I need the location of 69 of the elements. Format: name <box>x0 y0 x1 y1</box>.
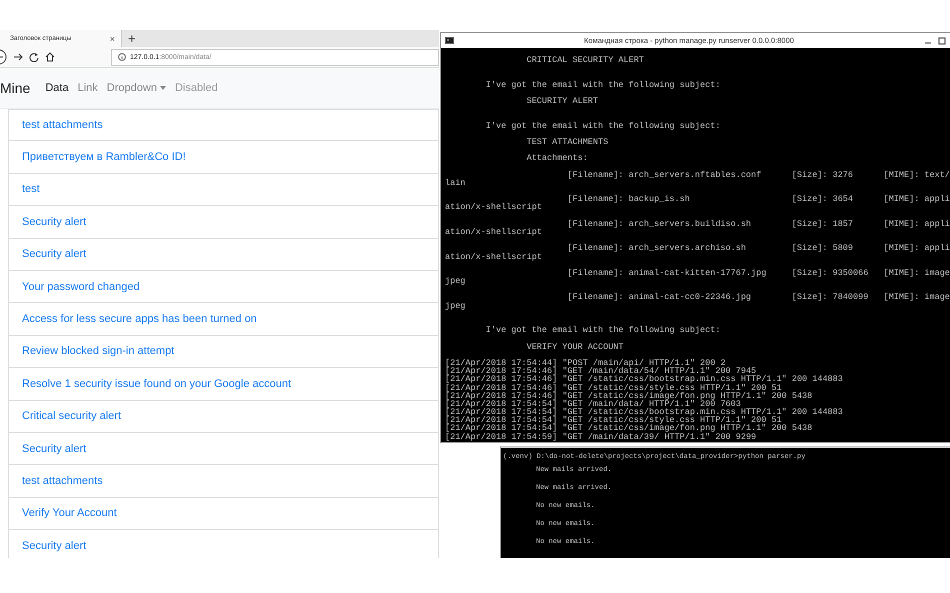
dropdown-toggle[interactable]: Dropdown <box>106 82 166 94</box>
caret-icon <box>160 86 166 90</box>
attachment-mime: [MIME]: appli <box>884 220 950 228</box>
mail-list-item[interactable]: Security alert <box>8 432 439 466</box>
console-line: ation/x-shellscript <box>445 252 542 261</box>
new-tab-button[interactable]: + <box>122 30 142 47</box>
home-icon[interactable] <box>45 52 55 62</box>
log-line: [21/Apr/2018 17:54:54] "GET /static/css/style.css HTTP/1.1" 200 51 <box>445 416 782 424</box>
nav-link[interactable]: Data <box>45 82 69 94</box>
maximize-icon[interactable] <box>938 36 946 44</box>
info-icon <box>118 53 126 61</box>
mail-list-item[interactable]: test attachments <box>8 465 439 498</box>
reload-icon[interactable] <box>29 52 39 62</box>
mail-list-item[interactable]: Verify Your Account <box>8 498 439 530</box>
mail-list-item[interactable]: Security alert <box>8 238 439 271</box>
console-line: Attachments: <box>526 154 588 162</box>
mail-list-item[interactable]: Critical security alert <box>8 400 439 433</box>
console-line: I've got the email with the following subject: <box>486 122 720 130</box>
brand-link[interactable]: Mine <box>0 80 30 96</box>
attachment-size: [Size]: 9350066 <box>792 268 868 278</box>
attachment-filename: [Filename]: animal-cat-cc0-22346.jpg <box>567 293 752 302</box>
attachment-filename: [Filename]: animal-cat-kitten-17767.jpg <box>567 268 766 278</box>
log-line: [21/Apr/2018 17:54:54] "GET /static/css/image/fon.png HTTP/1.1" 200 5438 <box>445 424 812 433</box>
terminal-icon <box>445 37 454 44</box>
attachment-size: [Size]: 7840099 <box>792 293 868 302</box>
console-line: jpeg <box>445 277 466 286</box>
log-line: [21/Apr/2018 17:54:46] "GET /main/data/54/ HTTP/1.1" 200 7945 <box>445 367 756 376</box>
log-line: [21/Apr/2018 17:54:46] "GET /static/css/image/fon.png HTTP/1.1" 200 5438 <box>445 392 812 400</box>
console-line: ation/x-shellscript <box>445 203 542 212</box>
attachment-size: [Size]: 3654 <box>792 195 854 204</box>
tab-close-button[interactable]: × <box>110 34 115 44</box>
log-line: [21/Apr/2018 17:54:54] "GET /static/css/bootstrap.min.css HTTP/1.1" 200 144883 <box>445 408 843 416</box>
attachment-mime: [MIME]: image <box>884 293 950 302</box>
attachment-mime: [MIME]: appli <box>884 195 950 204</box>
attachment-filename: [Filename]: backup_is.sh <box>567 195 690 204</box>
console-line: SECURITY ALERT <box>526 96 598 106</box>
mail-list-item[interactable]: Resolve 1 security issue found on your Google account <box>8 368 439 401</box>
attachment-size: [Size]: 3276 <box>792 170 854 179</box>
console-line: I've got the email with the following subject: <box>486 326 720 334</box>
forward-icon[interactable] <box>13 52 23 62</box>
attachment-mime: [MIME]: image <box>884 268 950 278</box>
console-line: TEST ATTACHMENTS <box>526 138 608 146</box>
attachment-size: [Size]: 5809 <box>792 244 854 253</box>
nav-link[interactable]: Link <box>78 82 98 94</box>
attachment-mime: [MIME]: appli <box>884 244 950 253</box>
console-line: CRITICAL SECURITY ALERT <box>526 56 644 64</box>
console-line: lain <box>445 178 466 188</box>
log-line: [21/Apr/2018 17:54:46] "GET /static/css/bootstrap.min.css HTTP/1.1" 200 144883 <box>445 375 843 384</box>
attachment-size: [Size]: 1857 <box>792 220 854 228</box>
mail-list-item[interactable]: Приветствуем в Rambler&Co ID! <box>8 141 439 174</box>
mail-list-item[interactable]: test attachments <box>8 109 439 142</box>
console-line: ation/x-shellscript <box>445 228 542 236</box>
mail-list-item[interactable]: Your password changed <box>8 270 439 304</box>
mail-list-item[interactable]: Security alert <box>8 530 439 558</box>
console-line: jpeg <box>445 302 466 310</box>
console-line: I've got the email with the following subject: <box>486 80 720 89</box>
attachment-filename: [Filename]: arch_servers.archiso.sh <box>567 244 746 253</box>
attachment-filename: [Filename]: arch_servers.nftables.conf <box>567 170 762 179</box>
console-line: VERIFY YOUR ACCOUNT <box>526 342 624 351</box>
mail-list-item[interactable]: Security alert <box>8 206 439 239</box>
log-line: [21/Apr/2018 17:54:59] "GET /main/data/39/ HTTP/1.1" 200 9299 <box>445 432 756 441</box>
mail-list-item[interactable]: Access for less secure apps has been turned on <box>8 303 439 336</box>
log-line: [21/Apr/2018 17:54:46] "GET /static/css/style.css HTTP/1.1" 200 51 <box>445 384 782 392</box>
attachment-mime: [MIME]: text/ <box>884 170 950 179</box>
log-line: [21/Apr/2018 17:54:44] "POST /main/api/ HTTP/1.1" 200 2 <box>445 358 726 368</box>
mail-list-item[interactable]: Review blocked sign-in attempt <box>8 336 439 368</box>
attachment-filename: [Filename]: arch_servers.buildiso.sh <box>567 220 752 228</box>
mail-list-item[interactable]: test <box>8 174 439 206</box>
log-line: [21/Apr/2018 17:54:54] "GET /main/data/ HTTP/1.1" 200 7603 <box>445 400 741 408</box>
